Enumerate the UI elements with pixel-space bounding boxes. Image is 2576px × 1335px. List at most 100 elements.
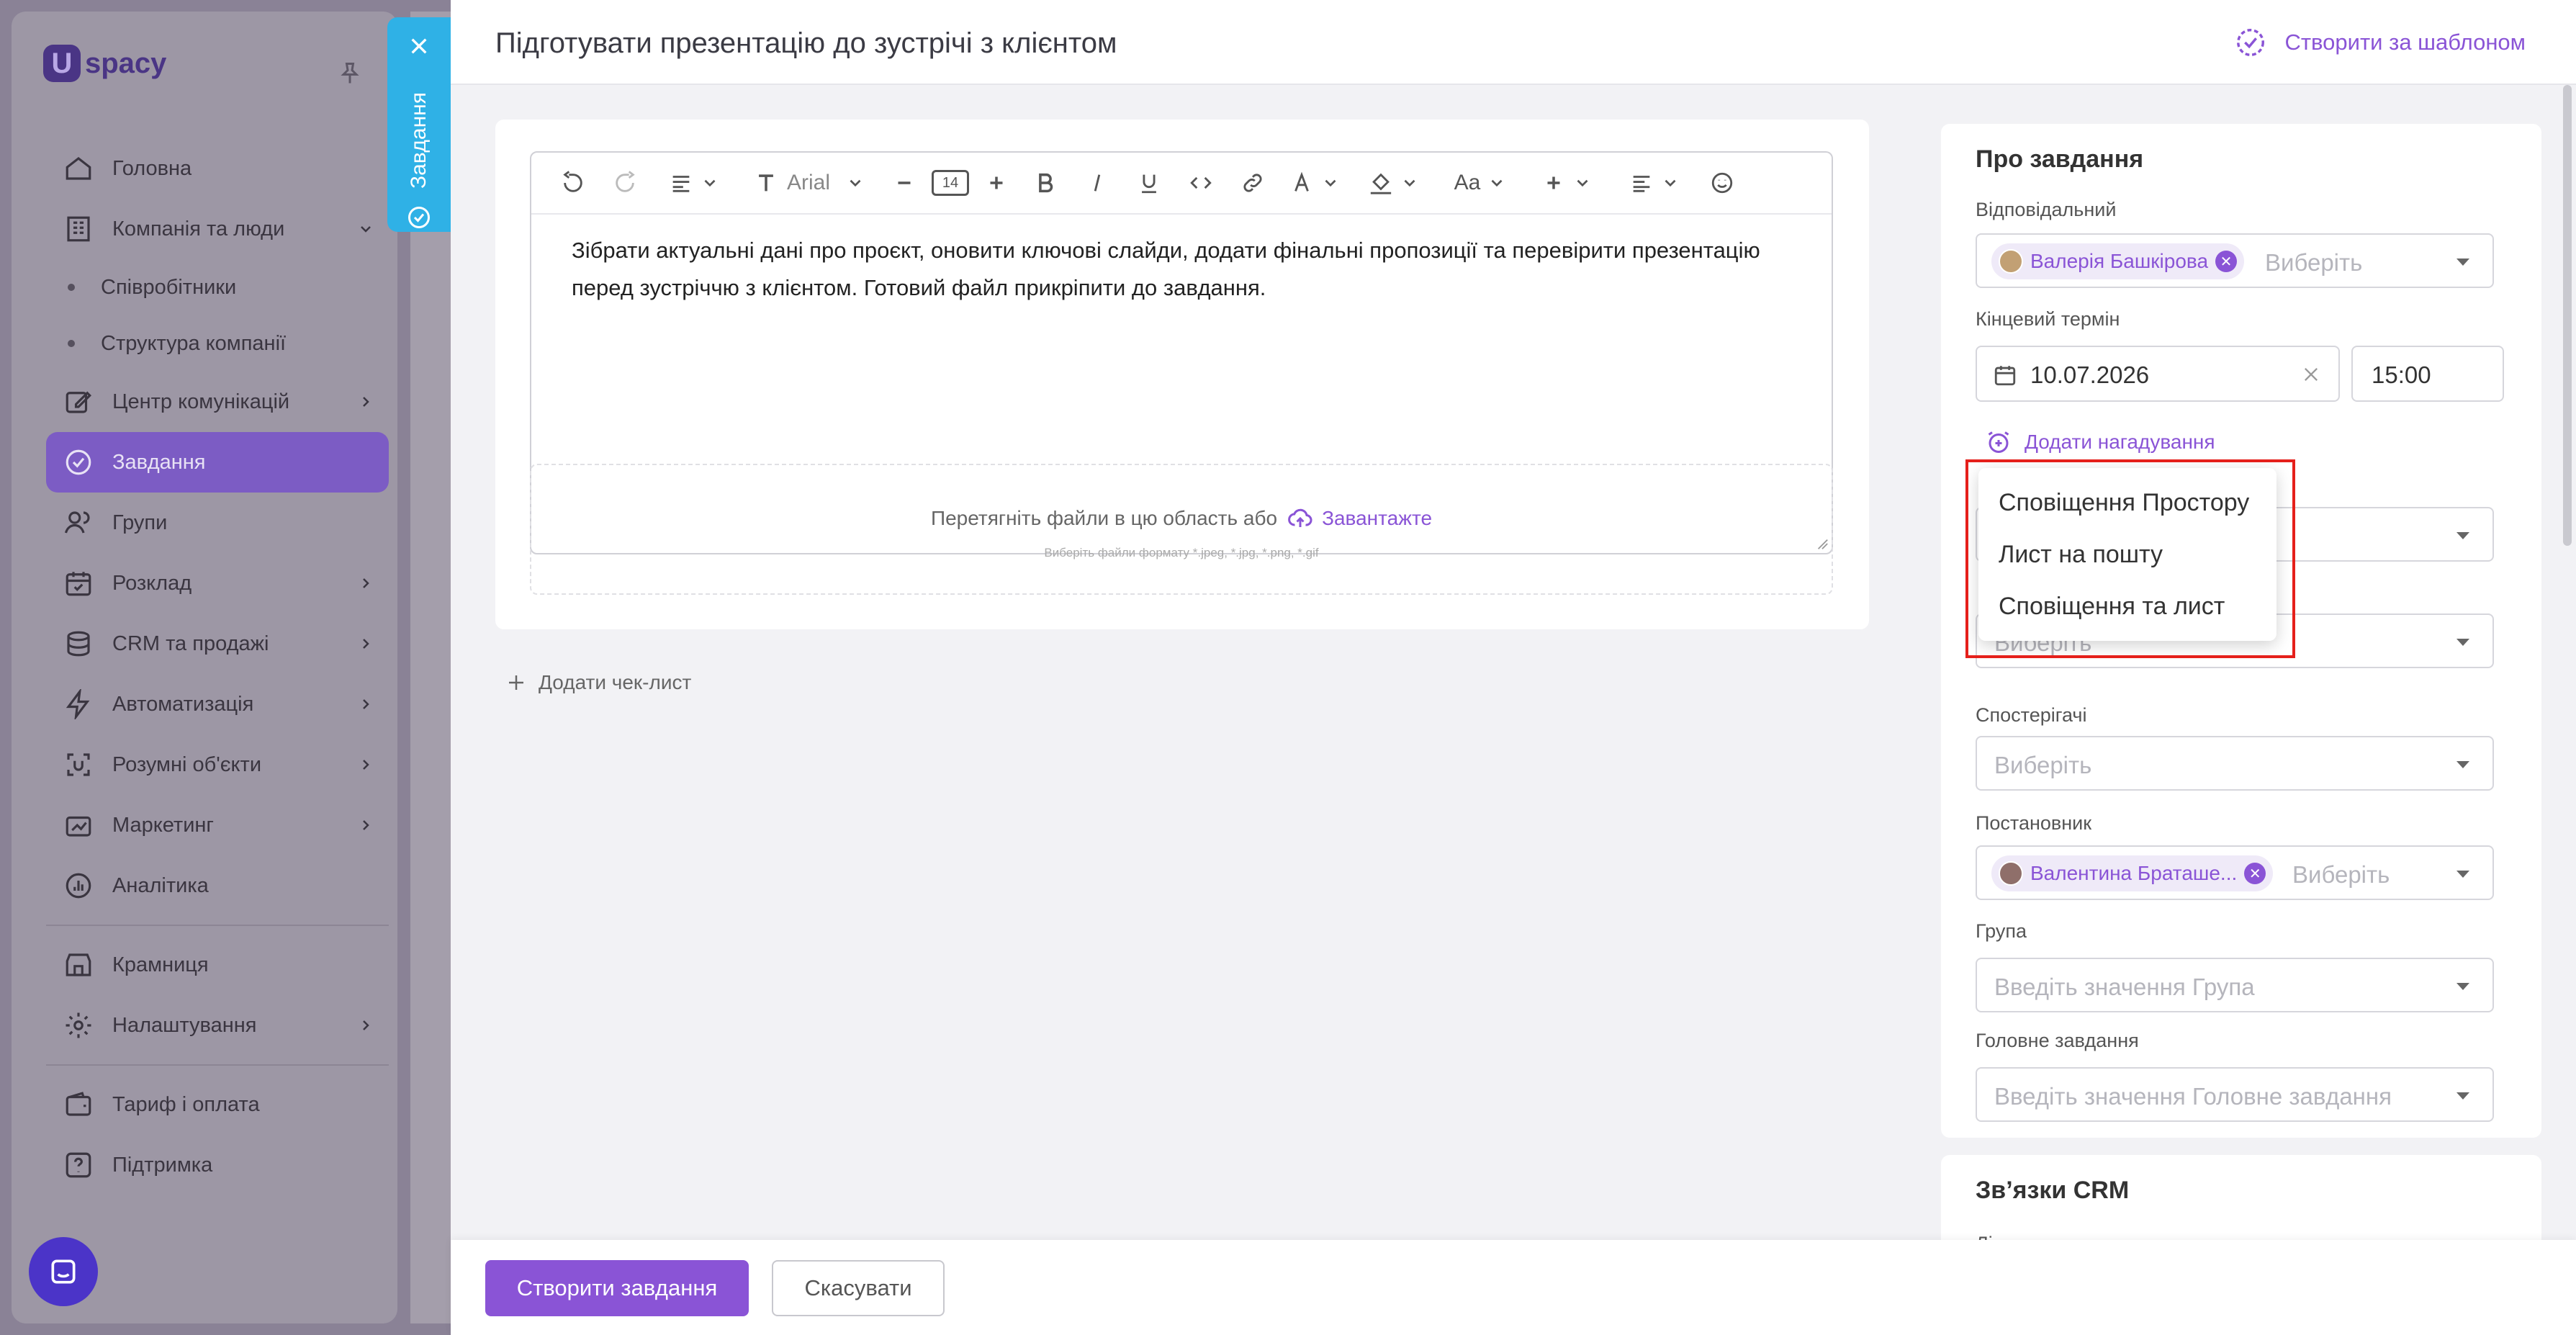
scrollbar[interactable] — [2563, 85, 2572, 546]
underline-button[interactable] — [1123, 152, 1175, 214]
task-title[interactable]: Підготувати презентацію до зустрічі з кл… — [495, 27, 1117, 60]
parent-task-select[interactable]: Введіть значення Головне завдання — [1976, 1067, 2494, 1122]
redo-button[interactable] — [599, 152, 651, 214]
store-icon — [66, 953, 91, 976]
sidebar-item-tasks[interactable]: Завдання — [46, 432, 389, 493]
sidebar-item-automation[interactable]: Автоматизація — [46, 674, 389, 734]
observers-select[interactable]: Виберіть — [1976, 736, 2494, 791]
logo[interactable]: U spacy — [43, 45, 166, 82]
sidebar-nav: Головна Компанія та люди Співробітники С… — [46, 138, 389, 1195]
paint-bucket-icon — [1370, 173, 1392, 194]
plus-icon — [509, 675, 523, 690]
sidebar-item-store[interactable]: Крамниця — [46, 935, 389, 995]
group-select[interactable]: Введіть значення Група — [1976, 958, 2494, 1012]
sidebar-item-home[interactable]: Головна — [46, 138, 389, 199]
align-dropdown[interactable] — [1610, 152, 1699, 214]
description-text[interactable]: Зібрати актуальні дані про проєкт, онови… — [572, 232, 1767, 307]
remove-chip-icon[interactable]: ✕ — [2244, 863, 2266, 884]
bold-button[interactable] — [1019, 152, 1071, 214]
sidebar-item-label: Маркетинг — [112, 813, 214, 837]
add-checklist-button[interactable]: Додати чек-лист — [505, 671, 691, 694]
sidebar-item-marketing[interactable]: Маркетинг — [46, 795, 389, 855]
chevron-down-icon — [850, 179, 861, 187]
analytics-icon — [66, 873, 91, 899]
avatar — [1999, 861, 2023, 886]
sidebar-item-crm[interactable]: CRM та продажі — [46, 613, 389, 674]
minus-icon — [898, 181, 911, 184]
font-family-dropdown[interactable]: Arial — [737, 152, 881, 214]
wallet-icon — [66, 1092, 91, 1116]
pin-icon[interactable] — [337, 60, 363, 86]
sidebar-item-company[interactable]: Компанія та люди — [46, 199, 389, 259]
select-placeholder: Виберіть — [2292, 861, 2390, 888]
setter-chip: Валентина Браташе... ✕ — [1991, 855, 2274, 891]
sidebar-item-settings[interactable]: Налаштування — [46, 995, 389, 1056]
chevron-down-icon — [704, 179, 716, 187]
sidebar-item-label: Розумні об'єкти — [112, 752, 262, 776]
highlight-color-dropdown[interactable] — [1351, 152, 1437, 214]
sidebar-item-groups[interactable]: Групи — [46, 493, 389, 553]
link-button[interactable] — [1227, 152, 1279, 214]
sidebar-item-communications[interactable]: Центр комунікацій — [46, 372, 389, 432]
sidebar-item-analytics[interactable]: Аналітика — [46, 855, 389, 916]
text-format-label: Aa — [1454, 171, 1481, 194]
align-left-icon — [1633, 176, 1650, 192]
sidebar-item-support[interactable]: Підтримка — [46, 1135, 389, 1195]
chevron-right-icon — [363, 397, 369, 407]
marketing-icon — [66, 816, 91, 837]
upload-link[interactable]: Завантажте — [1287, 505, 1432, 531]
deadline-label: Кінцевий термін — [1976, 308, 2120, 330]
undo-button[interactable] — [547, 152, 599, 214]
create-from-template-button[interactable]: Створити за шаблоном — [2234, 26, 2526, 59]
sidebar-item-smart-objects[interactable]: Розумні об'єкти — [46, 734, 389, 795]
insert-dropdown[interactable] — [1523, 152, 1610, 214]
remove-chip-icon[interactable]: ✕ — [2215, 251, 2238, 272]
tasks-side-tab[interactable]: Завдання — [387, 17, 451, 232]
sidebar-item-billing[interactable]: Тариф і оплата — [46, 1074, 389, 1135]
close-icon[interactable] — [407, 35, 431, 58]
cancel-button[interactable]: Скасувати — [772, 1260, 945, 1316]
code-button[interactable] — [1175, 152, 1227, 214]
sidebar-item-schedule[interactable]: Розклад — [46, 553, 389, 613]
dropzone-hint: Виберіть файли формату *.jpeg, *.jpg, *.… — [1044, 546, 1319, 559]
chat-button[interactable] — [29, 1237, 98, 1306]
redo-icon — [616, 171, 635, 192]
create-task-button[interactable]: Створити завдання — [485, 1260, 749, 1316]
sidebar-item-label: Центр комунікацій — [112, 390, 290, 413]
font-color-icon — [1294, 171, 1309, 192]
font-size-input[interactable]: 14 — [927, 152, 973, 214]
sidebar-item-label: Структура компанії — [101, 331, 287, 355]
link-icon — [1243, 174, 1262, 192]
underline-icon — [1142, 174, 1156, 194]
deadline-date-input[interactable]: 10.07.2026 — [1976, 346, 2340, 402]
chevron-right-icon — [363, 578, 369, 588]
increase-font-button[interactable] — [973, 152, 1019, 214]
sidebar-item-label: CRM та продажі — [112, 631, 269, 655]
text-format-dropdown[interactable]: Aa — [1437, 152, 1523, 214]
caret-down-icon — [2456, 761, 2469, 768]
sidebar-item-label: Аналітика — [112, 873, 209, 897]
plus-icon — [1547, 176, 1560, 189]
setter-select[interactable]: Валентина Браташе... ✕ Виберіть — [1976, 845, 2494, 900]
clear-icon[interactable] — [2301, 364, 2321, 385]
responsible-select[interactable]: Валерія Башкірова ✕ Виберіть — [1976, 233, 2494, 288]
italic-button[interactable] — [1071, 152, 1123, 214]
parent-task-placeholder: Введіть значення Головне завдання — [1994, 1083, 2392, 1110]
file-dropzone[interactable]: Перетягніть файли в цю область або Заван… — [530, 464, 1833, 595]
chevron-right-icon — [363, 820, 369, 830]
deadline-time-input[interactable]: 15:00 — [2351, 346, 2504, 402]
sidebar-item-label: Завдання — [112, 450, 206, 474]
sidebar-subitem-employees[interactable]: Співробітники — [46, 259, 389, 315]
deadline-time-value: 15:00 — [2372, 361, 2431, 388]
decrease-font-button[interactable] — [881, 152, 927, 214]
text-color-dropdown[interactable] — [1279, 152, 1351, 214]
chevron-down-icon — [1325, 179, 1336, 187]
emoji-button[interactable] — [1699, 152, 1745, 214]
chip-label: Валентина Браташе... — [2030, 862, 2238, 884]
block-type-dropdown[interactable] — [651, 152, 737, 214]
sidebar-subitem-structure[interactable]: Структура компанії — [46, 315, 389, 372]
select-placeholder: Виберіть — [2265, 249, 2363, 276]
add-reminder-button[interactable]: Додати нагадування — [1986, 429, 2215, 455]
task-panel: Підготувати презентацію до зустрічі з кл… — [451, 0, 2576, 1335]
sidebar-item-label: Компанія та люди — [112, 217, 285, 241]
